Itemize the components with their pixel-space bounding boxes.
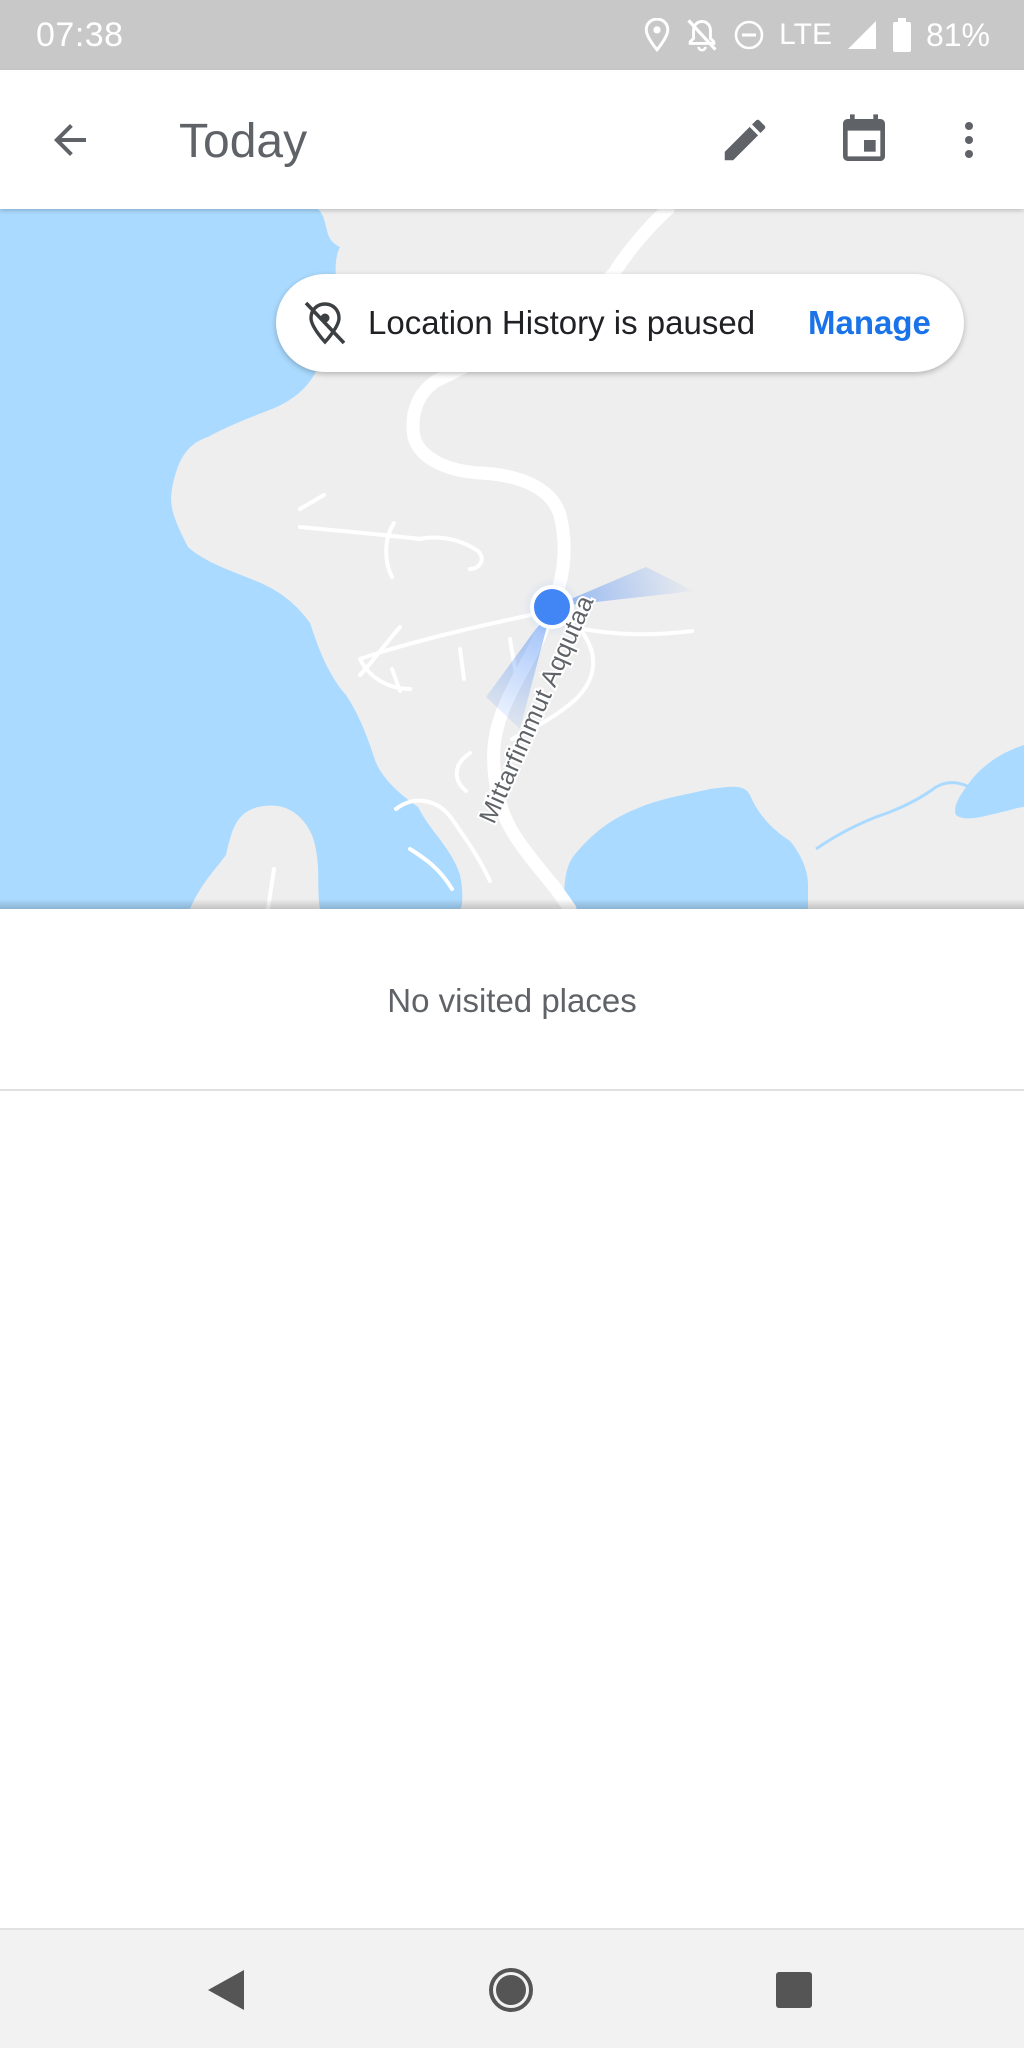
page-title: Today [179, 115, 308, 168]
nav-back-button[interactable] [186, 1950, 266, 2030]
nav-recents-button[interactable] [754, 1950, 834, 2030]
cell-signal-icon [846, 19, 878, 51]
edit-button[interactable] [705, 100, 785, 180]
calendar-icon [843, 114, 885, 161]
status-icons: LTE 81% [643, 14, 990, 56]
system-nav-bar [0, 1928, 1024, 2048]
divider [0, 1089, 1024, 1091]
status-bar: 07:38 LTE 81% [0, 0, 1024, 70]
map-bottom-shadow [0, 899, 1024, 909]
nav-recents-icon [776, 1972, 812, 2008]
location-pin-icon [643, 18, 671, 52]
screen: 07:38 LTE 81% Today Mittarfimmut Aqqutaa… [0, 0, 1024, 2048]
empty-state-message: No visited places [387, 982, 637, 1019]
status-time: 07:38 [36, 16, 124, 54]
back-button[interactable] [30, 100, 110, 180]
location-off-icon [304, 301, 346, 345]
location-history-banner[interactable]: Location History is paused Manage [276, 274, 964, 372]
battery-percentage: 81% [925, 17, 990, 53]
back-arrow-icon [54, 124, 86, 156]
nav-back-icon [208, 1970, 244, 2010]
app-bar: Today [0, 70, 1024, 209]
manage-button[interactable]: Manage [808, 302, 931, 344]
more-vert-icon [965, 122, 973, 158]
location-history-status: Location History is paused [368, 304, 756, 341]
nav-home-button[interactable] [471, 1950, 551, 2030]
pencil-icon [724, 119, 766, 161]
battery-icon [892, 18, 912, 52]
calendar-button[interactable] [824, 100, 904, 180]
do-not-disturb-icon [733, 19, 765, 51]
notifications-off-icon [685, 17, 719, 53]
more-options-button[interactable] [929, 100, 1009, 180]
nav-home-icon [489, 1968, 533, 2012]
network-type: LTE [779, 18, 832, 51]
